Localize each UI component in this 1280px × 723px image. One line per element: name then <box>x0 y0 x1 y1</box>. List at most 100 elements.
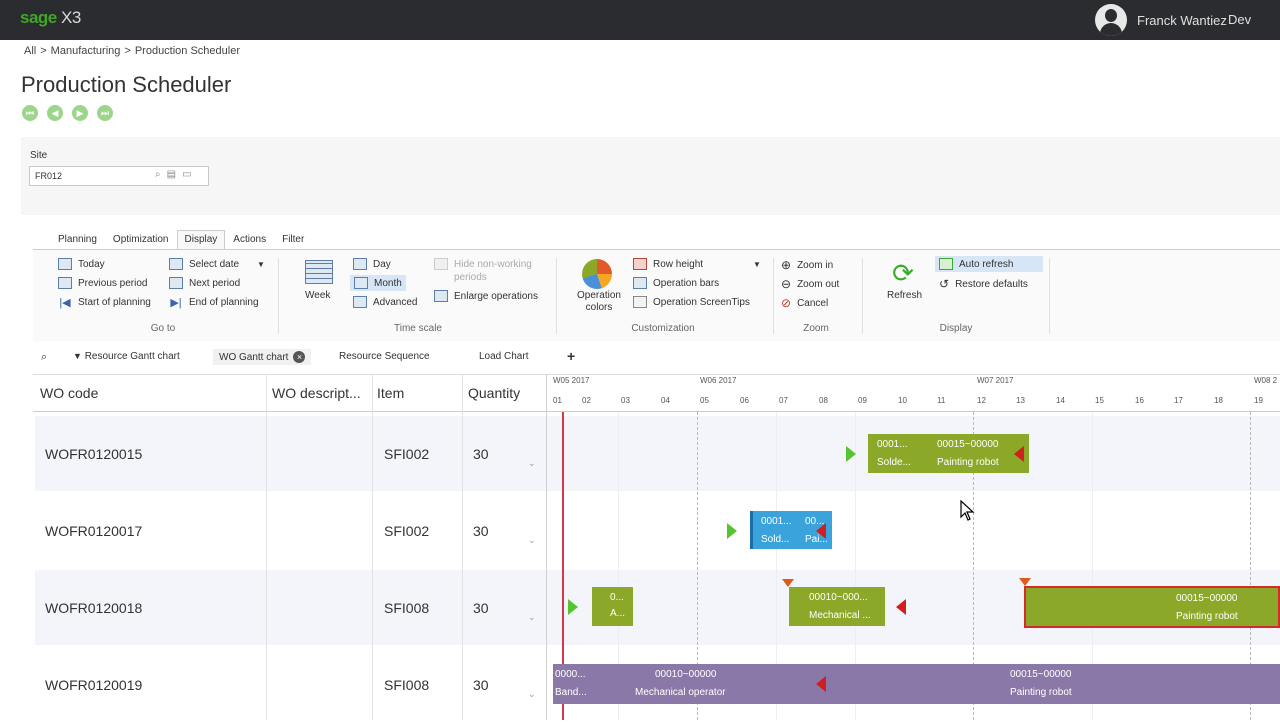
zoom-in-button[interactable]: ⊕ Zoom in <box>781 258 833 272</box>
day-button[interactable]: Day <box>353 258 391 270</box>
month-button[interactable]: Month <box>350 275 406 291</box>
operation-colors-button[interactable]: Operation colors <box>568 290 630 314</box>
quantity-cell: 30 <box>473 600 489 616</box>
breadcrumb-manufacturing[interactable]: Manufacturing <box>51 45 121 57</box>
end-icon: ▶| <box>170 297 182 309</box>
endpoint-link[interactable]: Dev <box>1228 12 1251 27</box>
previous-record-icon[interactable]: ◀ <box>47 105 63 121</box>
column-divider[interactable] <box>462 374 463 720</box>
advanced-button[interactable]: Advanced <box>353 296 417 308</box>
search-icon[interactable]: ⌕ <box>155 169 161 180</box>
column-header-item[interactable]: Item <box>377 385 404 401</box>
chevron-down-icon[interactable]: ⌄ <box>528 458 536 469</box>
user-name[interactable]: Franck Wantiez <box>1137 13 1227 28</box>
zoom-cancel-button[interactable]: ⊘ Cancel <box>781 296 828 310</box>
day-label: 04 <box>661 396 670 405</box>
start-planning-button[interactable]: |◀ Start of planning <box>58 296 151 310</box>
operation-colors-icon[interactable] <box>582 259 612 289</box>
breadcrumb-current: Production Scheduler <box>134 45 241 57</box>
operation-colors-label: Operation colors <box>577 290 621 313</box>
end-planning-button[interactable]: ▶| End of planning <box>169 296 258 310</box>
breadcrumb-all[interactable]: All <box>24 45 36 57</box>
mouse-cursor-icon <box>960 500 975 521</box>
tab-optimization[interactable]: Optimization <box>105 230 177 250</box>
previous-period-label: Previous period <box>78 277 148 289</box>
zoom-out-button[interactable]: ⊖ Zoom out <box>781 277 839 291</box>
site-section <box>21 137 1280 215</box>
tab-actions[interactable]: Actions <box>225 230 274 250</box>
row-height-button[interactable]: Row height ▼ <box>633 258 761 270</box>
user-menu[interactable]: Franck Wantiez <box>1095 4 1227 36</box>
select-date-button[interactable]: Select date ▼ <box>169 258 265 270</box>
tab-resource-sequence[interactable]: Resource Sequence <box>339 351 430 362</box>
month-icon <box>354 277 368 289</box>
first-record-icon[interactable]: ⏮ <box>22 105 38 121</box>
chevron-down-icon[interactable]: ⌄ <box>528 689 536 700</box>
operation-code: 00015~00000 <box>937 439 999 450</box>
avatar[interactable] <box>1095 4 1127 36</box>
item-cell: SFI002 <box>384 523 430 539</box>
add-tab-button[interactable]: + <box>567 348 575 364</box>
enlarge-icon <box>434 290 448 302</box>
page-title: Production Scheduler <box>21 72 232 97</box>
chevron-down-icon[interactable]: ⌄ <box>528 535 536 546</box>
chevron-down-icon[interactable]: ⌄ <box>528 612 536 623</box>
column-header-wo-code[interactable]: WO code <box>40 385 98 401</box>
customization-group-label: Customization <box>631 323 695 334</box>
operation-bars-icon <box>633 277 647 289</box>
refresh-icon[interactable]: ⟳ <box>888 259 918 287</box>
detail-icon[interactable]: ▭ <box>182 169 191 180</box>
table-row[interactable]: WOFR0120017 SFI002 30 ⌄ <box>35 493 1280 569</box>
tab-load-chart[interactable]: Load Chart <box>479 351 528 362</box>
restore-defaults-button[interactable]: ↺ Restore defaults <box>939 277 1028 291</box>
operation-resource: Solde... <box>877 457 911 468</box>
today-button[interactable]: Today <box>58 258 105 270</box>
column-header-quantity[interactable]: Quantity <box>468 385 520 401</box>
next-record-icon[interactable]: ▶ <box>72 105 88 121</box>
tab-display[interactable]: Display <box>176 230 226 250</box>
hide-nonworking-label: Hide non-working periods <box>454 259 532 283</box>
last-record-icon[interactable]: ⏭ <box>97 105 113 121</box>
operation-bar[interactable]: 0000... Band... 00010~00000 Mechanical o… <box>553 664 1280 704</box>
column-divider[interactable] <box>372 374 373 720</box>
ribbon-divider <box>862 258 863 334</box>
week-label: W06 2017 <box>700 376 737 385</box>
operation-bar[interactable]: 00010~000... Mechanical ... <box>789 587 885 626</box>
operation-bar[interactable]: 0... A... <box>592 587 633 626</box>
week-button[interactable]: Week <box>305 290 330 301</box>
tab-resource-gantt[interactable]: ▼ Resource Gantt chart <box>73 351 180 362</box>
resource-gantt-label: Resource Gantt chart <box>84 351 180 362</box>
column-divider[interactable] <box>266 374 267 720</box>
operation-bars-button[interactable]: Operation bars <box>633 277 719 289</box>
tab-filter[interactable]: Filter <box>274 230 312 250</box>
item-cell: SFI008 <box>384 600 430 616</box>
gantt-splitter[interactable] <box>546 374 547 720</box>
wo-code-cell: WOFR0120017 <box>45 523 143 539</box>
tab-wo-gantt[interactable]: WO Gantt chart × <box>213 349 312 365</box>
table-row[interactable]: WOFR0120015 SFI002 30 ⌄ <box>35 416 1280 492</box>
operation-screentips-button[interactable]: Operation ScreenTips <box>633 296 750 308</box>
day-label: 16 <box>1135 396 1144 405</box>
day-label: 08 <box>819 396 828 405</box>
auto-refresh-button[interactable]: Auto refresh <box>935 256 1043 272</box>
day-label: 09 <box>858 396 867 405</box>
day-label: Day <box>373 258 391 270</box>
column-header-wo-description[interactable]: WO descript... <box>272 385 361 401</box>
ribbon-tabs: Planning Optimization Display Actions Fi… <box>50 230 312 250</box>
tab-planning[interactable]: Planning <box>50 230 105 250</box>
operation-bar[interactable]: 0001... Solde... 00015~00000 Painting ro… <box>868 434 1029 473</box>
sage-x3-logo[interactable]: sage X3 <box>20 8 81 28</box>
close-icon[interactable]: × <box>293 351 306 363</box>
operation-bar-late[interactable]: 00015~00000 Painting robot <box>1024 586 1280 628</box>
lookup-icon[interactable]: ▤ <box>167 169 176 180</box>
site-label: Site <box>30 150 48 161</box>
hide-nonworking-button[interactable]: Hide non-working periods <box>434 258 549 284</box>
refresh-button[interactable]: Refresh <box>887 290 922 301</box>
enlarge-operations-button[interactable]: Enlarge operations <box>434 290 538 302</box>
next-period-button[interactable]: Next period <box>169 277 240 289</box>
ribbon-display: Today Select date ▼ Previous period Next … <box>33 249 1280 341</box>
previous-period-button[interactable]: Previous period <box>58 277 147 289</box>
week-calendar-icon[interactable] <box>305 260 333 284</box>
day-label: 06 <box>740 396 749 405</box>
search-icon[interactable]: ⌕ <box>41 351 47 364</box>
